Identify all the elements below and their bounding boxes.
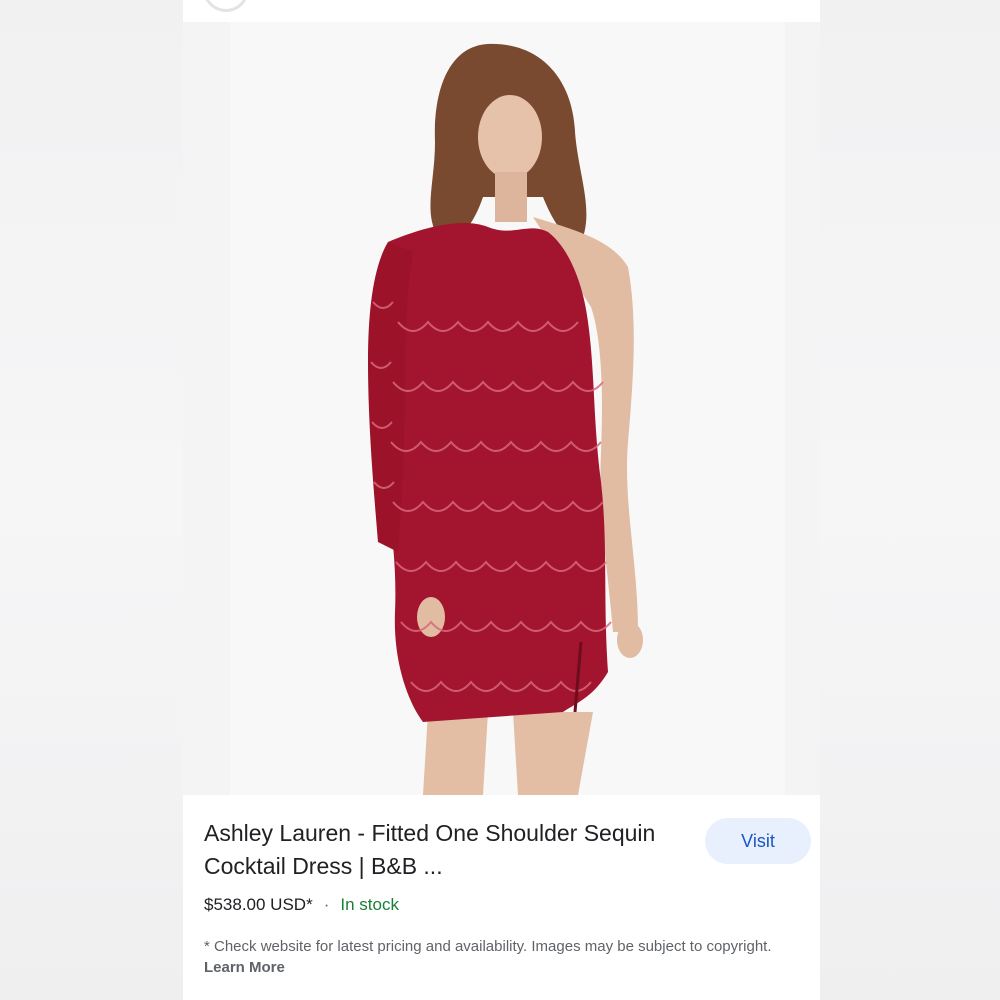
top-strip <box>183 0 820 22</box>
product-photo <box>183 22 820 795</box>
product-info: Ashley Lauren - Fitted One Shoulder Sequ… <box>183 795 820 1000</box>
availability-status: In stock <box>340 895 399 914</box>
background-blur-left <box>0 0 183 1000</box>
product-card: Ashley Lauren - Fitted One Shoulder Sequ… <box>183 0 820 1000</box>
background-blur-right <box>820 0 1000 1000</box>
product-image[interactable] <box>183 22 820 795</box>
top-circle-button[interactable] <box>203 0 249 12</box>
visit-button[interactable]: Visit <box>705 818 811 864</box>
separator-dot: · <box>323 895 330 914</box>
product-title[interactable]: Ashley Lauren - Fitted One Shoulder Sequ… <box>204 817 699 883</box>
product-price: $538.00 USD* <box>204 895 313 914</box>
disclaimer: * Check website for latest pricing and a… <box>204 936 774 978</box>
disclaimer-text: * Check website for latest pricing and a… <box>204 938 772 955</box>
learn-more-link[interactable]: Learn More <box>204 959 285 976</box>
price-row: $538.00 USD* · In stock <box>204 895 399 915</box>
